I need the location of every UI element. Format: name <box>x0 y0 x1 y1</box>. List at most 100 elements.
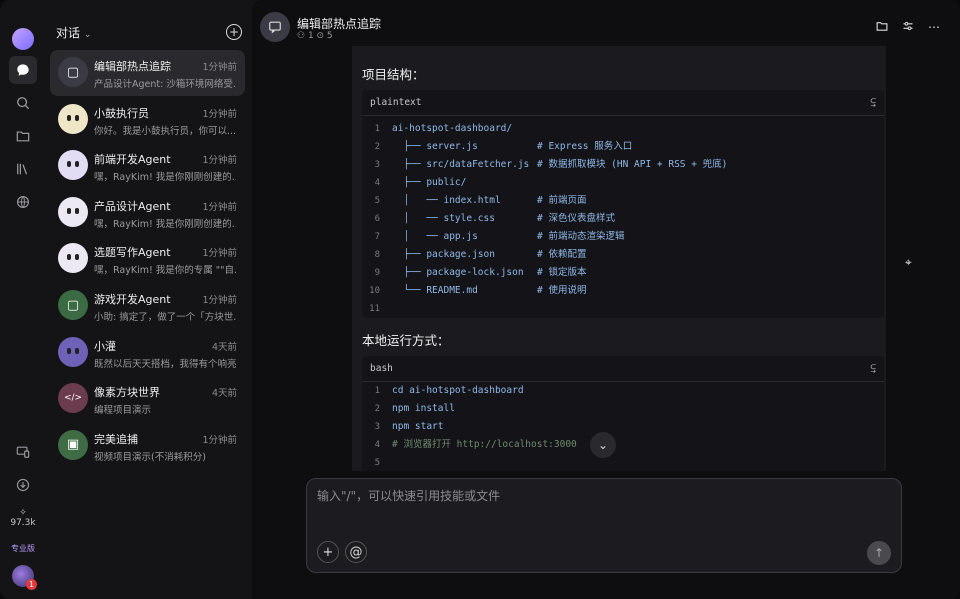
line-number: 4 <box>374 178 380 188</box>
line-number: 11 <box>369 304 380 314</box>
line-number: 4 <box>374 440 380 450</box>
conversation-item[interactable]: 小鼓执行员 1分钟前你好。我是小鼓执行员，你可以... <box>50 97 245 143</box>
conversation-snippet: 嘿，RayKim! 我是你刚刚创建的... <box>94 218 236 230</box>
app-logo[interactable] <box>12 28 34 50</box>
conversation-item[interactable]: 小灌 4天前 既然以后天天搭档，我得有个响亮... <box>50 330 245 376</box>
line-number: 1 <box>374 124 380 134</box>
conversation-avatar <box>58 150 88 181</box>
credits-display[interactable]: ✧ 97.3k <box>4 508 42 528</box>
conversation-item[interactable]: 产品设计Agent 1分钟前 嘿，RayKim! 我是你刚刚创建的... <box>50 190 245 236</box>
code-comment: # 前端动态渲染逻辑 <box>537 231 625 242</box>
code-line: 3 npm start <box>362 418 884 436</box>
conversation-avatar <box>58 196 88 227</box>
devices-icon[interactable] <box>12 441 34 463</box>
conversation-avatar <box>58 103 88 134</box>
line-number: 5 <box>374 196 380 206</box>
notification-badge: 1 <box>26 579 37 590</box>
code-text: ├── public/ <box>392 177 467 188</box>
chevron-down-icon: ⌄ <box>83 29 92 40</box>
code-comment: # Express 服务入口 <box>537 141 633 152</box>
plan-badge[interactable]: 专业版 <box>4 543 42 554</box>
mouse-cursor: ⌖ <box>905 255 912 269</box>
download-icon[interactable] <box>12 474 34 496</box>
code-line: 8 ├── package.json # 依赖配置 <box>362 246 884 264</box>
code-text: │ ── app.js <box>392 231 478 242</box>
conversation-time: 4天前 <box>211 388 237 400</box>
plus-icon: + <box>322 544 334 560</box>
conversation-item[interactable]: ▢ 编辑部热点追踪 1分钟前 产品设计Agent: 沙箱环境网络受... <box>50 50 245 96</box>
scroll-to-bottom-button[interactable]: ⌄ <box>590 432 616 458</box>
code-text: ├── package-lock.json <box>392 267 524 278</box>
code-text: # 浏览器打开 http://localhost:3000 <box>392 439 577 450</box>
folder-icon[interactable] <box>876 20 888 35</box>
line-number: 9 <box>374 268 380 278</box>
code-line: 5 │ ── index.html # 前端页面 <box>362 192 884 210</box>
message-input[interactable] <box>317 489 877 503</box>
attach-button[interactable]: + <box>317 541 339 563</box>
header-actions: ⋯ <box>876 20 940 35</box>
new-conversation-button[interactable]: + <box>226 24 242 40</box>
line-number: 8 <box>374 250 380 260</box>
code-line: 1 cd ai-hotspot-dashboard <box>362 382 884 400</box>
globe-icon[interactable] <box>12 191 34 213</box>
agent-face-icon <box>58 150 88 180</box>
section-heading-run: 本地运行方式： <box>362 333 450 348</box>
code-line: 4 # 浏览器打开 http://localhost:3000 <box>362 436 884 454</box>
more-icon[interactable]: ⋯ <box>928 20 940 35</box>
chat-meta: ⚇ 1 ⊙ 5 <box>297 31 333 41</box>
conversation-avatar: </> <box>58 383 88 414</box>
chat-meta-text: 1 ⊙ 5 <box>307 31 333 41</box>
list-header: 对话 ⌄ + <box>56 22 242 42</box>
conversation-item[interactable]: 选题写作Agent 1分钟前 嘿，RayKim! 我是你的专属 ""自... <box>50 236 245 282</box>
settings-sliders-icon[interactable] <box>902 20 914 35</box>
conversation-item[interactable]: ▣ 完美追捕 1分钟前 视频项目演示(不消耗积分) <box>50 423 245 469</box>
search-icon[interactable] <box>12 92 34 114</box>
conversation-name: 编辑部热点追踪 <box>94 60 171 73</box>
sparkle-icon: ✧ <box>19 508 27 518</box>
line-number: 2 <box>374 142 380 152</box>
conversation-item[interactable]: 前端开发Agent 1分钟前 嘿，RayKim! 我是你刚刚创建的... <box>50 143 245 189</box>
chevron-down-icon: ⌄ <box>597 438 609 452</box>
section-heading-structure: 项目结构： <box>362 67 425 82</box>
conversation-snippet: 你好。我是小鼓执行员，你可以... <box>94 125 236 137</box>
conversation-time: 4天前 <box>211 341 237 353</box>
wrap-toggle-icon[interactable]: ⥹ <box>870 97 876 108</box>
conversation-time: 1分钟前 <box>202 248 237 260</box>
code-comment: # 使用说明 <box>537 285 587 296</box>
conversation-name: 小灌 <box>94 339 116 353</box>
code-comment: # 深色仪表盘样式 <box>537 213 615 224</box>
conversation-name: 完美追捕 <box>94 432 138 446</box>
conversation-item[interactable]: </> 像素方块世界 4天前 编程项目演示 <box>50 376 245 422</box>
code-line: 4 ├── public/ <box>362 174 884 192</box>
conversation-name: 小鼓执行员 <box>94 106 149 120</box>
conversation-avatar: ▢ <box>58 290 88 320</box>
conversation-snippet: 编程项目演示 <box>94 405 152 417</box>
folder-icon[interactable] <box>12 125 34 147</box>
chat-avatar[interactable] <box>260 12 290 42</box>
code-text: ai-hotspot-dashboard/ <box>392 123 513 134</box>
send-button[interactable]: ↑ <box>867 541 891 565</box>
mention-button[interactable]: @ <box>345 541 367 563</box>
library-icon[interactable] <box>12 158 34 180</box>
code-language: plaintext <box>370 97 422 108</box>
code-text: npm start <box>392 421 444 432</box>
conversation-time: 1分钟前 <box>202 201 237 213</box>
conversation-time: 1分钟前 <box>202 295 237 306</box>
chat-icon[interactable] <box>9 56 37 84</box>
agent-face-icon <box>58 243 88 273</box>
conversation-name: 选题写作Agent <box>94 246 171 260</box>
wrap-toggle-icon[interactable]: ⥹ <box>870 363 876 374</box>
code-comment: # 依赖配置 <box>537 249 587 260</box>
credits-value: 97.3k <box>10 518 36 528</box>
line-number: 10 <box>369 286 380 296</box>
agent-face-icon <box>58 104 88 134</box>
conversation-item[interactable]: ▢ 游戏开发Agent 1分钟前 小助: 搞定了，做了一个「方块世... <box>50 283 245 329</box>
conversation-filter-dropdown[interactable]: 对话 ⌄ <box>56 24 91 41</box>
code-block-run: bash ⥹ 1 cd ai-hotspot-dashboard 2 npm inst… <box>362 356 884 471</box>
conversation-snippet: 嘿，RayKim! 我是你刚刚创建的... <box>94 172 236 184</box>
chat-panel: 编辑部热点追踪 ⚇ 1 ⊙ 5 ⋯ 项目结构： plaintext ⥹ 1 ai… <box>252 0 960 599</box>
code-line: 1 ai-hotspot-dashboard/ <box>362 120 884 138</box>
chat-title: 编辑部热点追踪 <box>297 17 382 31</box>
conversation-time: 1分钟前 <box>202 108 237 120</box>
line-number: 5 <box>374 458 380 468</box>
